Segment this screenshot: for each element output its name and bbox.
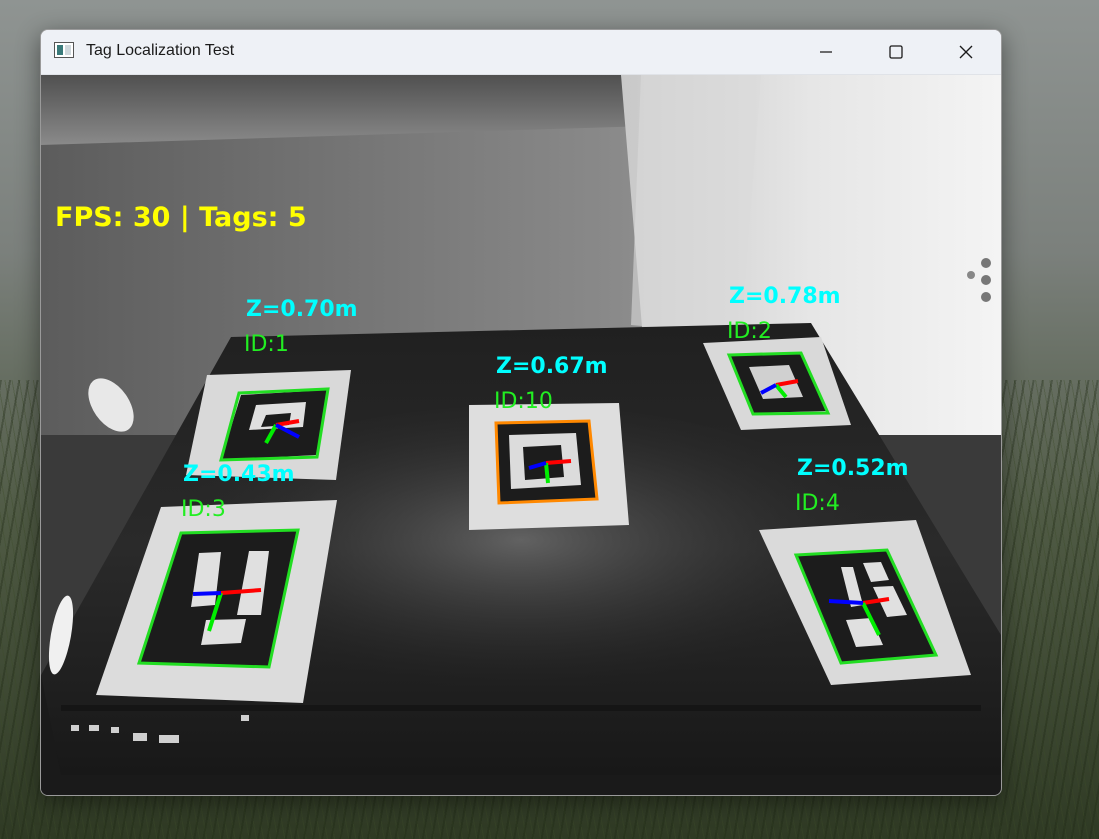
maximize-icon — [889, 45, 903, 59]
close-button[interactable] — [931, 30, 1001, 74]
window-title: Tag Localization Test — [86, 42, 235, 59]
tag-3-id-label: ID:3 — [181, 497, 226, 522]
tag-2-id-label: ID:2 — [727, 319, 772, 344]
title-bar[interactable]: Tag Localization Test — [41, 30, 1001, 75]
close-icon — [959, 45, 973, 59]
tag-marker-10 — [469, 403, 629, 530]
minimize-button[interactable] — [791, 30, 861, 74]
tag-3-z-label: Z=0.43m — [183, 462, 295, 487]
tag-10-z-label: Z=0.67m — [496, 354, 608, 379]
app-window: Tag Localization Test Z=0.70m ID:1 Z=0.7… — [40, 29, 1002, 796]
tag-4-id-label: ID:4 — [795, 491, 840, 516]
tag-1-id-label: ID:1 — [244, 332, 289, 357]
board-lip — [61, 705, 981, 711]
camera-feed: Z=0.70m ID:1 Z=0.78m ID:2 Z=0.67m ID:10 … — [41, 75, 1001, 795]
window-app-icon — [54, 42, 74, 58]
maximize-button[interactable] — [861, 30, 931, 74]
tag-4-z-label: Z=0.52m — [797, 456, 909, 481]
minimize-icon — [820, 51, 832, 53]
fps-tags-hud: FPS: 30 | Tags: 5 — [55, 202, 307, 233]
tag-1-z-label: Z=0.70m — [246, 297, 358, 322]
tag-10-id-label: ID:10 — [494, 389, 553, 414]
camera-frame: Z=0.70m ID:1 Z=0.78m ID:2 Z=0.67m ID:10 … — [41, 75, 1001, 795]
tag-2-z-label: Z=0.78m — [729, 284, 841, 309]
